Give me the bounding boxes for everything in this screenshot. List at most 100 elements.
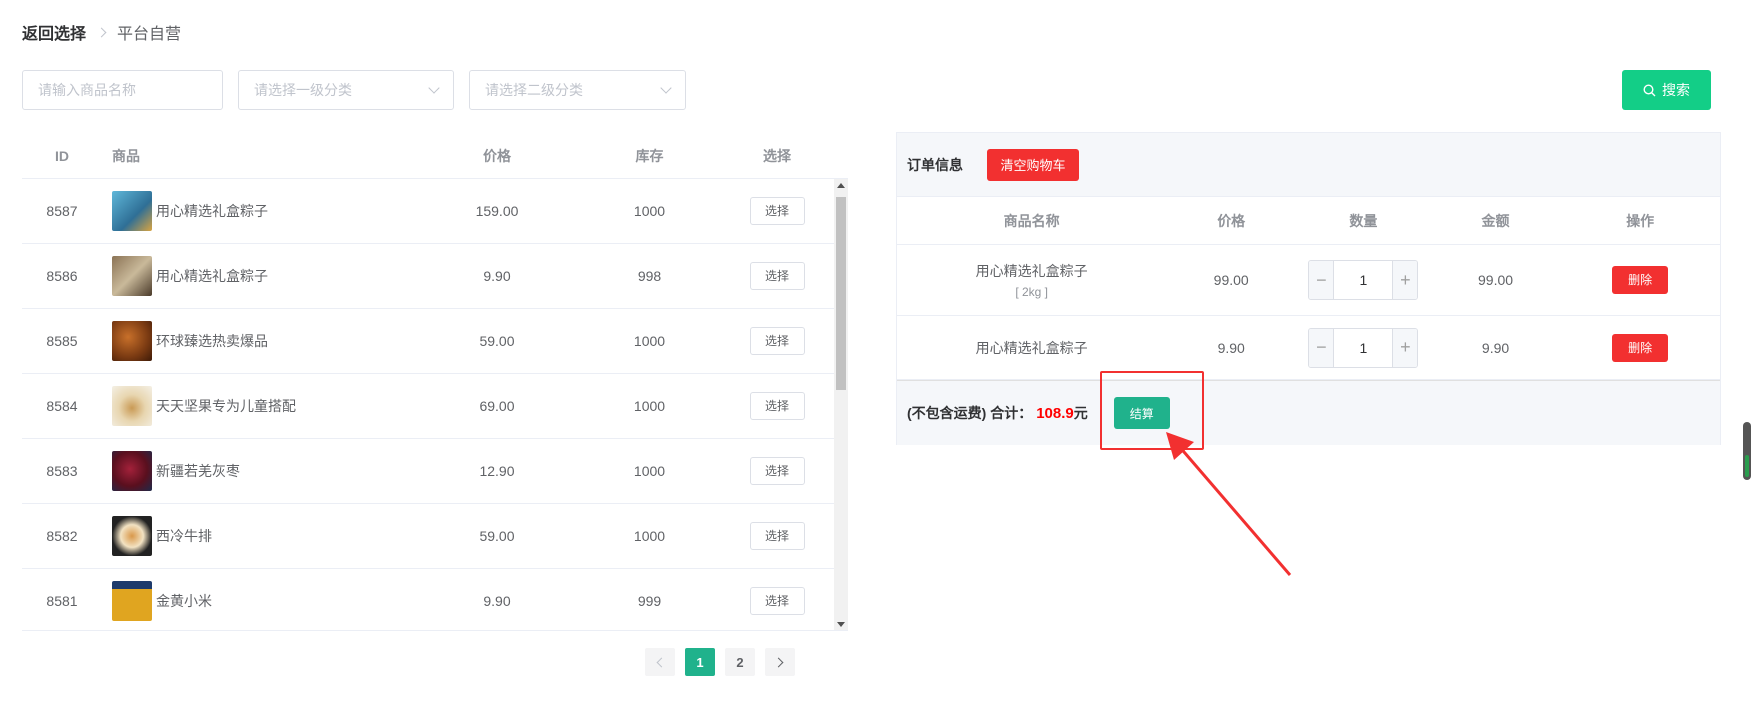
order-footer: (不包含运费) 合计： 108.9 元 结算: [897, 380, 1720, 445]
row-stock: 999: [637, 593, 662, 609]
select-button[interactable]: 选择: [749, 457, 805, 485]
red-arrow-annotation: [1166, 432, 1292, 576]
col-header-id: ID: [55, 148, 69, 164]
scroll-up-arrow-icon[interactable]: [837, 183, 845, 188]
table-scrollbar[interactable]: [834, 179, 848, 630]
search-icon: [1643, 83, 1656, 96]
clear-cart-button[interactable]: 清空购物车: [987, 148, 1079, 181]
row-id: 8585: [46, 333, 78, 349]
chevron-left-icon: [656, 657, 667, 667]
checkout-button[interactable]: 结算: [1113, 397, 1170, 429]
row-id: 8587: [46, 203, 78, 219]
col-header-op: 操作: [1626, 212, 1655, 229]
scrollbar-thumb[interactable]: [836, 197, 846, 390]
category1-placeholder: 请选择一级分类: [254, 82, 352, 98]
category1-select[interactable]: 请选择一级分类: [238, 70, 454, 110]
select-button[interactable]: 选择: [749, 522, 805, 550]
col-header-name: 商品名称: [1003, 212, 1060, 229]
product-name: 环球臻选热卖爆品: [156, 333, 268, 349]
col-header-goods: 商品: [112, 148, 140, 164]
minus-icon[interactable]: −: [1309, 328, 1335, 367]
delete-button[interactable]: 删除: [1612, 333, 1669, 362]
row-price: 59.00: [479, 333, 515, 349]
product-thumbnail: [112, 386, 152, 426]
table-row: 8586 用心精选礼盒粽子 9.90 998 选择: [22, 244, 848, 309]
order-row: 用心精选礼盒粽子 9.90 − 1 + 9.90 删除: [897, 316, 1720, 380]
minus-icon[interactable]: −: [1309, 261, 1335, 299]
breadcrumb-current: 平台自营: [117, 26, 182, 43]
select-button[interactable]: 选择: [749, 587, 805, 615]
total-unit: 元: [1073, 405, 1088, 421]
table-row: 8583 新疆若羌灰枣 12.90 1000 选择: [22, 439, 848, 504]
product-name: 新疆若羌灰枣: [156, 463, 240, 479]
chevron-right-icon: [773, 657, 784, 667]
row-stock: 1000: [633, 398, 666, 414]
row-id: 8586: [46, 268, 78, 284]
col-header-price: 价格: [483, 148, 511, 164]
table-row: 8585 环球臻选热卖爆品 59.00 1000 选择: [22, 309, 848, 374]
order-table-header: 商品名称 价格 数量 金额 操作: [897, 197, 1720, 245]
scroll-down-arrow-icon[interactable]: [837, 622, 845, 627]
page-button-1[interactable]: 1: [685, 648, 715, 676]
product-thumbnail: [112, 516, 152, 556]
col-header-price: 价格: [1217, 212, 1246, 229]
row-price: 69.00: [479, 398, 515, 414]
product-name: 用心精选礼盒粽子: [156, 268, 268, 284]
plus-icon[interactable]: +: [1392, 261, 1418, 299]
order-item-name: 用心精选礼盒粽子: [975, 263, 1088, 279]
prev-page-button[interactable]: [645, 648, 675, 676]
page-button-2[interactable]: 2: [725, 648, 755, 676]
chevron-down-icon: [660, 81, 672, 94]
order-item-price: 9.90: [1217, 339, 1245, 356]
row-stock: 1000: [633, 528, 666, 544]
select-button[interactable]: 选择: [749, 262, 805, 290]
product-name: 西冷牛排: [156, 528, 212, 544]
row-price: 9.90: [483, 268, 511, 284]
order-item-amount: 9.90: [1481, 339, 1510, 356]
delete-button[interactable]: 删除: [1612, 266, 1669, 294]
col-header-select: 选择: [763, 148, 791, 164]
plus-icon[interactable]: +: [1392, 328, 1418, 367]
product-table-header: ID 商品 价格 库存 选择: [22, 134, 848, 179]
quantity-value[interactable]: 1: [1334, 329, 1392, 367]
chevron-down-icon: [428, 81, 440, 94]
quantity-stepper: − 1 +: [1308, 260, 1419, 300]
quantity-stepper: − 1 +: [1308, 327, 1419, 368]
order-title: 订单信息: [907, 156, 963, 173]
chevron-right-icon: [96, 27, 107, 37]
product-thumbnail: [112, 191, 152, 231]
breadcrumb-back-link[interactable]: 返回选择: [22, 20, 86, 44]
next-page-button[interactable]: [765, 648, 795, 676]
search-button[interactable]: 搜索: [1622, 70, 1711, 110]
row-id: 8581: [46, 593, 78, 609]
product-name: 金黄小米: [156, 593, 212, 609]
product-thumbnail: [112, 451, 152, 491]
product-name-input[interactable]: [38, 82, 207, 98]
table-row: 8581 金黄小米 9.90 999 选择: [22, 569, 848, 630]
page-scrollbar-thumb[interactable]: [1745, 455, 1749, 477]
select-button[interactable]: 选择: [749, 197, 805, 225]
select-button[interactable]: 选择: [749, 327, 805, 355]
product-thumbnail: [112, 321, 152, 361]
total-value: 108.9: [1036, 404, 1074, 422]
row-id: 8583: [46, 463, 78, 479]
product-name-field[interactable]: [22, 70, 223, 110]
row-stock: 1000: [633, 333, 666, 349]
select-button[interactable]: 选择: [749, 392, 805, 420]
product-thumbnail: [112, 581, 152, 621]
col-header-stock: 库存: [635, 148, 664, 164]
category2-placeholder: 请选择二级分类: [485, 82, 583, 98]
order-item-price: 99.00: [1213, 272, 1249, 288]
row-id: 8584: [46, 398, 78, 414]
pagination: 1 2: [645, 648, 795, 676]
row-stock: 1000: [633, 463, 666, 479]
order-panel: 订单信息 清空购物车 商品名称 价格 数量 金额 操作 用心精选礼盒粽子 [ 2…: [896, 132, 1721, 445]
quantity-value[interactable]: 1: [1334, 261, 1392, 299]
breadcrumb: 返回选择 平台自营: [22, 20, 181, 44]
row-price: 59.00: [479, 528, 515, 544]
col-header-amount: 金额: [1481, 212, 1510, 229]
row-price: 159.00: [475, 203, 519, 219]
table-row: 8584 天天坚果专为儿童搭配 69.00 1000 选择: [22, 374, 848, 439]
category2-select[interactable]: 请选择二级分类: [469, 70, 686, 110]
order-item-name: 用心精选礼盒粽子: [975, 339, 1088, 356]
